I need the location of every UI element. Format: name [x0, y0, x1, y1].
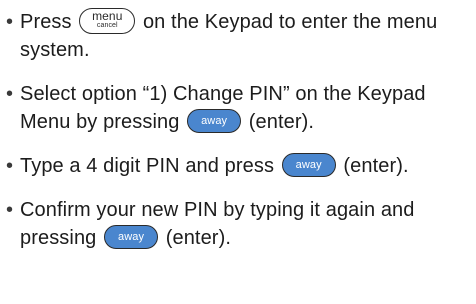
step-text: (enter).	[243, 111, 315, 133]
away-key-icon: away	[104, 224, 159, 249]
bullet: •	[6, 199, 14, 221]
menu-cancel-key-icon: menu cancel	[79, 7, 136, 34]
away-key-icon: away	[281, 152, 336, 177]
away-key-icon: away	[187, 108, 242, 133]
key-sub-label: cancel	[96, 22, 118, 30]
bullet: •	[6, 11, 14, 33]
key-main-label: menu	[92, 9, 123, 24]
step-text: Press	[20, 11, 78, 33]
step-text: Type a 4 digit PIN and press	[20, 155, 280, 177]
step-text: (enter).	[160, 227, 231, 249]
bullet: •	[6, 83, 14, 105]
step-confirm-pin: • Confirm your new PIN by typing it again…	[6, 196, 472, 252]
bullet: •	[6, 155, 14, 177]
step-select-change-pin: • Select option “1) Change PIN” on the Ke…	[6, 80, 472, 136]
instruction-list: • Press menu cancel on the Keypad to enter…	[6, 7, 472, 268]
step-type-pin: • Type a 4 digit PIN and press away (ente…	[6, 152, 472, 180]
step-text: (enter).	[337, 155, 409, 177]
step-press-menu: • Press menu cancel on the Keypad to enter…	[6, 7, 472, 64]
